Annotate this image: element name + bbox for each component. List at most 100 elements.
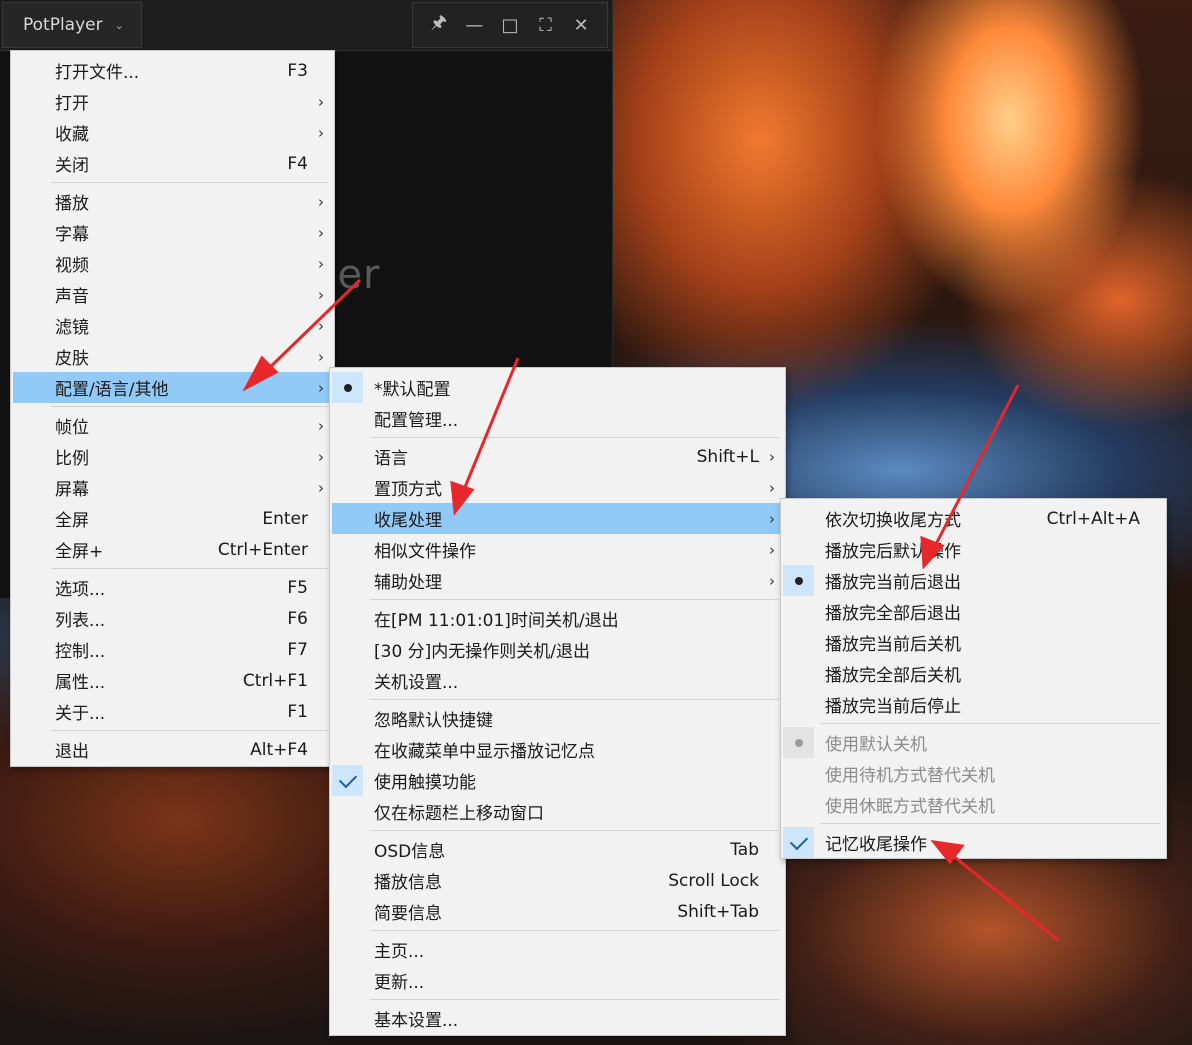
menu-item-shutdown-after-current[interactable]: 播放完当前后关机 bbox=[783, 627, 1164, 658]
menu-item-exit-after-current[interactable]: 播放完当前后退出 bbox=[783, 565, 1164, 596]
menu-item-properties[interactable]: 属性... Ctrl+F1 bbox=[13, 665, 332, 696]
menu-item-label: 视频 bbox=[55, 256, 89, 276]
menu-item-shutdown-after-all[interactable]: 播放完全部后关机 bbox=[783, 658, 1164, 689]
chevron-right-icon: › bbox=[318, 447, 324, 466]
menu-item-shortcut: Enter bbox=[262, 508, 308, 529]
menu-item-label: 配置管理... bbox=[374, 411, 459, 431]
menu-item-label: 辅助处理 bbox=[374, 573, 442, 593]
menu-item-shortcut: F1 bbox=[287, 701, 308, 722]
menu-item-label: 播放完全部后关机 bbox=[825, 666, 961, 686]
menu-item-label: 声音 bbox=[55, 287, 89, 307]
chevron-down-icon: ⌄ bbox=[114, 18, 124, 32]
menu-item-label: 关机设置... bbox=[374, 673, 459, 693]
menu-item-label: 全屏+ bbox=[55, 542, 104, 562]
menu-item-label: 皮肤 bbox=[55, 349, 89, 369]
menu-item-label: 播放完当前后停止 bbox=[825, 697, 961, 717]
menu-item-favorites[interactable]: 收藏 › bbox=[13, 117, 332, 148]
menu-separator bbox=[51, 406, 328, 407]
menu-item-label: 比例 bbox=[55, 449, 89, 469]
menu-item-remember-ending[interactable]: 记忆收尾操作 bbox=[783, 827, 1164, 858]
menu-item-shortcut: F6 bbox=[287, 608, 308, 629]
menu-item-default-after-play[interactable]: 播放完后默认操作 bbox=[783, 534, 1164, 565]
menu-item-control[interactable]: 控制... F7 bbox=[13, 634, 332, 665]
menu-item-label: 收尾处理 bbox=[374, 511, 442, 531]
menu-item-config-manager[interactable]: 配置管理... bbox=[332, 403, 783, 434]
menu-item-standby-instead: 使用待机方式替代关机 bbox=[783, 758, 1164, 789]
menu-item-playlist[interactable]: 列表... F6 bbox=[13, 603, 332, 634]
menu-item-audio[interactable]: 声音 › bbox=[13, 279, 332, 310]
radio-dot-icon bbox=[783, 565, 814, 596]
menu-item-open-file[interactable]: 打开文件... F3 bbox=[13, 55, 332, 86]
menu-item-fullscreen[interactable]: 全屏 Enter bbox=[13, 503, 332, 534]
chevron-right-icon: › bbox=[318, 478, 324, 497]
menu-item-open[interactable]: 打开 › bbox=[13, 86, 332, 117]
menu-item-show-bookmarks[interactable]: 在收藏菜单中显示播放记忆点 bbox=[332, 734, 783, 765]
menu-item-homepage[interactable]: 主页... bbox=[332, 934, 783, 965]
radio-dot-icon bbox=[783, 727, 814, 758]
menu-item-play[interactable]: 播放 › bbox=[13, 186, 332, 217]
menu-item-shortcut: F3 bbox=[287, 60, 308, 81]
menu-item-shutdown-idle[interactable]: [30 分]内无操作则关机/退出 bbox=[332, 634, 783, 665]
menu-item-update[interactable]: 更新... bbox=[332, 965, 783, 996]
menu-item-osd-info[interactable]: OSD信息 Tab bbox=[332, 834, 783, 865]
menu-separator bbox=[370, 830, 779, 831]
menu-item-label: *默认配置 bbox=[374, 380, 451, 400]
menu-item-filters[interactable]: 滤镜 › bbox=[13, 310, 332, 341]
menu-item-label: 字幕 bbox=[55, 225, 89, 245]
menu-item-playback-info[interactable]: 播放信息 Scroll Lock bbox=[332, 865, 783, 896]
menu-item-label: 控制... bbox=[55, 642, 106, 662]
menu-item-language[interactable]: 语言 Shift+L › bbox=[332, 441, 783, 472]
menu-item-cycle-ending[interactable]: 依次切换收尾方式 Ctrl+Alt+A bbox=[783, 503, 1164, 534]
fullscreen-icon[interactable]: ⛶ bbox=[533, 15, 559, 36]
menu-item-shutdown-settings[interactable]: 关机设置... bbox=[332, 665, 783, 696]
menu-item-skins[interactable]: 皮肤 › bbox=[13, 341, 332, 372]
menu-item-touch[interactable]: 使用触摸功能 bbox=[332, 765, 783, 796]
menu-item-shutdown-at-time[interactable]: 在[PM 11:01:01]时间关机/退出 bbox=[332, 603, 783, 634]
menu-item-video[interactable]: 视频 › bbox=[13, 248, 332, 279]
chevron-right-icon: › bbox=[318, 192, 324, 211]
menu-item-brief-info[interactable]: 简要信息 Shift+Tab bbox=[332, 896, 783, 927]
chevron-right-icon: › bbox=[318, 223, 324, 242]
menu-item-frame[interactable]: 帧位 › bbox=[13, 410, 332, 441]
menu-item-always-on-top[interactable]: 置顶方式 › bbox=[332, 472, 783, 503]
menu-item-label: 播放 bbox=[55, 194, 89, 214]
minimize-icon[interactable]: — bbox=[461, 15, 487, 36]
menu-item-screen[interactable]: 屏幕 › bbox=[13, 472, 332, 503]
close-icon[interactable]: ✕ bbox=[568, 15, 594, 36]
radio-dot-icon bbox=[332, 372, 363, 403]
maximize-icon[interactable]: □ bbox=[497, 15, 523, 36]
menu-item-ignore-shortcuts[interactable]: 忽略默认快捷键 bbox=[332, 703, 783, 734]
check-icon bbox=[783, 827, 814, 858]
menu-separator bbox=[821, 723, 1160, 724]
menu-item-auxiliary[interactable]: 辅助处理 › bbox=[332, 565, 783, 596]
menu-item-label: 记忆收尾操作 bbox=[825, 835, 927, 855]
title-bar: PotPlayer ⌄ 🖈 — □ ⛶ ✕ bbox=[0, 0, 612, 51]
menu-item-label: 播放信息 bbox=[374, 873, 442, 893]
menu-item-move-by-titlebar[interactable]: 仅在标题栏上移动窗口 bbox=[332, 796, 783, 827]
menu-item-fullscreen-plus[interactable]: 全屏+ Ctrl+Enter bbox=[13, 534, 332, 565]
menu-item-label: [30 分]内无操作则关机/退出 bbox=[374, 642, 591, 662]
menu-item-similar-files[interactable]: 相似文件操作 › bbox=[332, 534, 783, 565]
menu-item-exit[interactable]: 退出 Alt+F4 bbox=[13, 734, 332, 765]
chevron-right-icon: › bbox=[318, 254, 324, 273]
menu-item-config-language-other[interactable]: 配置/语言/其他 › bbox=[13, 372, 332, 403]
menu-item-options[interactable]: 选项... F5 bbox=[13, 572, 332, 603]
menu-item-aspect-ratio[interactable]: 比例 › bbox=[13, 441, 332, 472]
app-menu-button[interactable]: PotPlayer ⌄ bbox=[2, 2, 142, 48]
app-name: PotPlayer bbox=[23, 15, 103, 35]
menu-item-label: 在[PM 11:01:01]时间关机/退出 bbox=[374, 611, 619, 631]
menu-item-label: 播放完当前后退出 bbox=[825, 573, 961, 593]
menu-item-label: 使用待机方式替代关机 bbox=[825, 766, 995, 786]
chevron-right-icon: › bbox=[318, 316, 324, 335]
menu-item-close[interactable]: 关闭 F4 bbox=[13, 148, 332, 179]
menu-item-about[interactable]: 关于... F1 bbox=[13, 696, 332, 727]
menu-item-basic-settings[interactable]: 基本设置... bbox=[332, 1003, 783, 1034]
menu-item-subtitles[interactable]: 字幕 › bbox=[13, 217, 332, 248]
menu-item-ending-action[interactable]: 收尾处理 › bbox=[332, 503, 783, 534]
menu-item-stop-after-current[interactable]: 播放完当前后停止 bbox=[783, 689, 1164, 720]
menu-item-default-config[interactable]: *默认配置 bbox=[332, 372, 783, 403]
menu-separator bbox=[370, 437, 779, 438]
pin-icon[interactable]: 🖈 bbox=[426, 10, 452, 40]
menu-item-exit-after-all[interactable]: 播放完全部后退出 bbox=[783, 596, 1164, 627]
menu-item-label: 选项... bbox=[55, 580, 106, 600]
